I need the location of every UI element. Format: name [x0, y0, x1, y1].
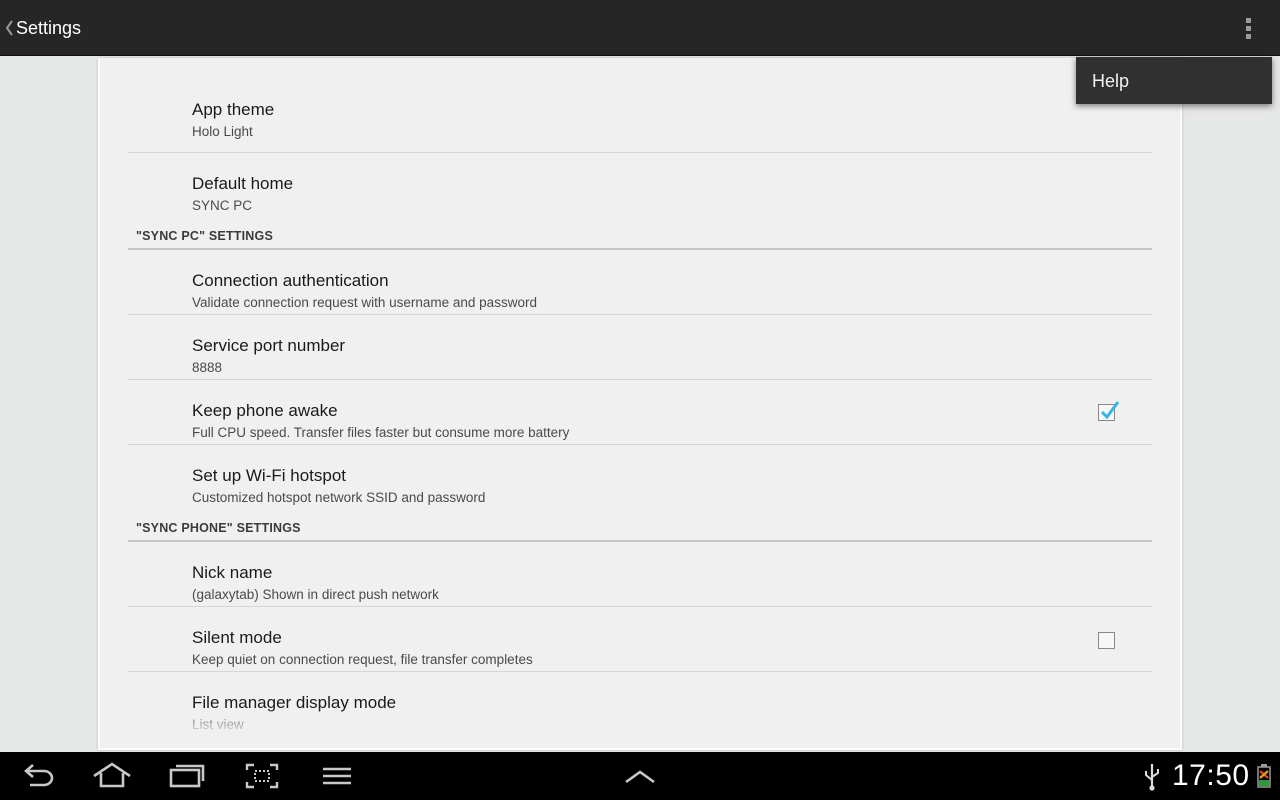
home-icon[interactable] [92, 760, 132, 792]
pref-summary: (galaxytab) Shown in direct push network [192, 587, 439, 602]
usb-icon [1140, 760, 1164, 792]
pref-file-manager-display[interactable]: File manager display mode List view [128, 672, 1152, 737]
category-label: "SYNC PHONE" SETTINGS [136, 521, 301, 535]
pref-title: Default home [192, 174, 294, 193]
pref-title: Keep phone awake [192, 401, 338, 420]
pref-summary: 8888 [192, 360, 223, 375]
system-bar [0, 752, 1280, 800]
pref-keep-awake[interactable]: Keep phone awake Full CPU speed. Transfe… [128, 380, 1152, 445]
keep-awake-checkbox[interactable] [1098, 401, 1120, 421]
recent-apps-icon[interactable] [167, 760, 207, 792]
page-title[interactable]: Settings [16, 17, 81, 39]
overflow-menu-icon[interactable] [1234, 12, 1262, 44]
battery-icon [1255, 760, 1273, 792]
chevron-left-icon[interactable] [4, 18, 14, 38]
settings-panel: App theme Holo Light Default home SYNC P… [98, 58, 1182, 750]
menu-item-help[interactable]: Help [1092, 71, 1129, 91]
silent-mode-checkbox[interactable] [1098, 632, 1115, 649]
pref-summary: Holo Light [192, 124, 253, 139]
pref-summary: Keep quiet on connection request, file t… [192, 652, 533, 667]
category-sync-phone: "SYNC PHONE" SETTINGS [128, 510, 1152, 542]
pref-title: Set up Wi-Fi hotspot [192, 466, 347, 485]
pref-title: Connection authentication [192, 271, 389, 290]
menu-icon[interactable] [317, 760, 357, 792]
pref-title: Service port number [192, 336, 346, 355]
screenshot-icon[interactable] [242, 760, 282, 792]
pref-default-home[interactable]: Default home SYNC PC [128, 153, 1152, 218]
pref-summary: Validate connection request with usernam… [192, 295, 537, 310]
pref-service-port[interactable]: Service port number 8888 [128, 315, 1152, 380]
overflow-popup-menu: Help [1076, 57, 1272, 104]
status-clock: 17:50 [1172, 759, 1250, 792]
pref-summary: Full CPU speed. Transfer files faster bu… [192, 425, 570, 440]
pref-title: Nick name [192, 563, 273, 582]
category-label: "SYNC PC" SETTINGS [136, 229, 273, 243]
action-bar: Settings [0, 0, 1280, 56]
pref-title: File manager display mode [192, 693, 397, 712]
pref-wifi-hotspot[interactable]: Set up Wi-Fi hotspot Customized hotspot … [128, 445, 1152, 510]
back-icon[interactable] [18, 760, 58, 792]
preference-list[interactable]: App theme Holo Light Default home SYNC P… [128, 58, 1152, 737]
pref-connection-authentication[interactable]: Connection authentication Validate conne… [128, 250, 1152, 315]
pref-summary: Customized hotspot network SSID and pass… [192, 490, 486, 505]
pref-title: Silent mode [192, 628, 282, 647]
pref-summary: List view [192, 717, 244, 732]
pref-title: App theme [192, 100, 275, 119]
pref-silent-mode[interactable]: Silent mode Keep quiet on connection req… [128, 607, 1152, 672]
pref-nick-name[interactable]: Nick name (galaxytab) Shown in direct pu… [128, 542, 1152, 607]
chevron-up-icon[interactable] [620, 760, 660, 792]
pref-app-theme[interactable]: App theme Holo Light [128, 58, 1152, 153]
category-sync-pc: "SYNC PC" SETTINGS [128, 218, 1152, 250]
pref-summary: SYNC PC [192, 198, 253, 213]
